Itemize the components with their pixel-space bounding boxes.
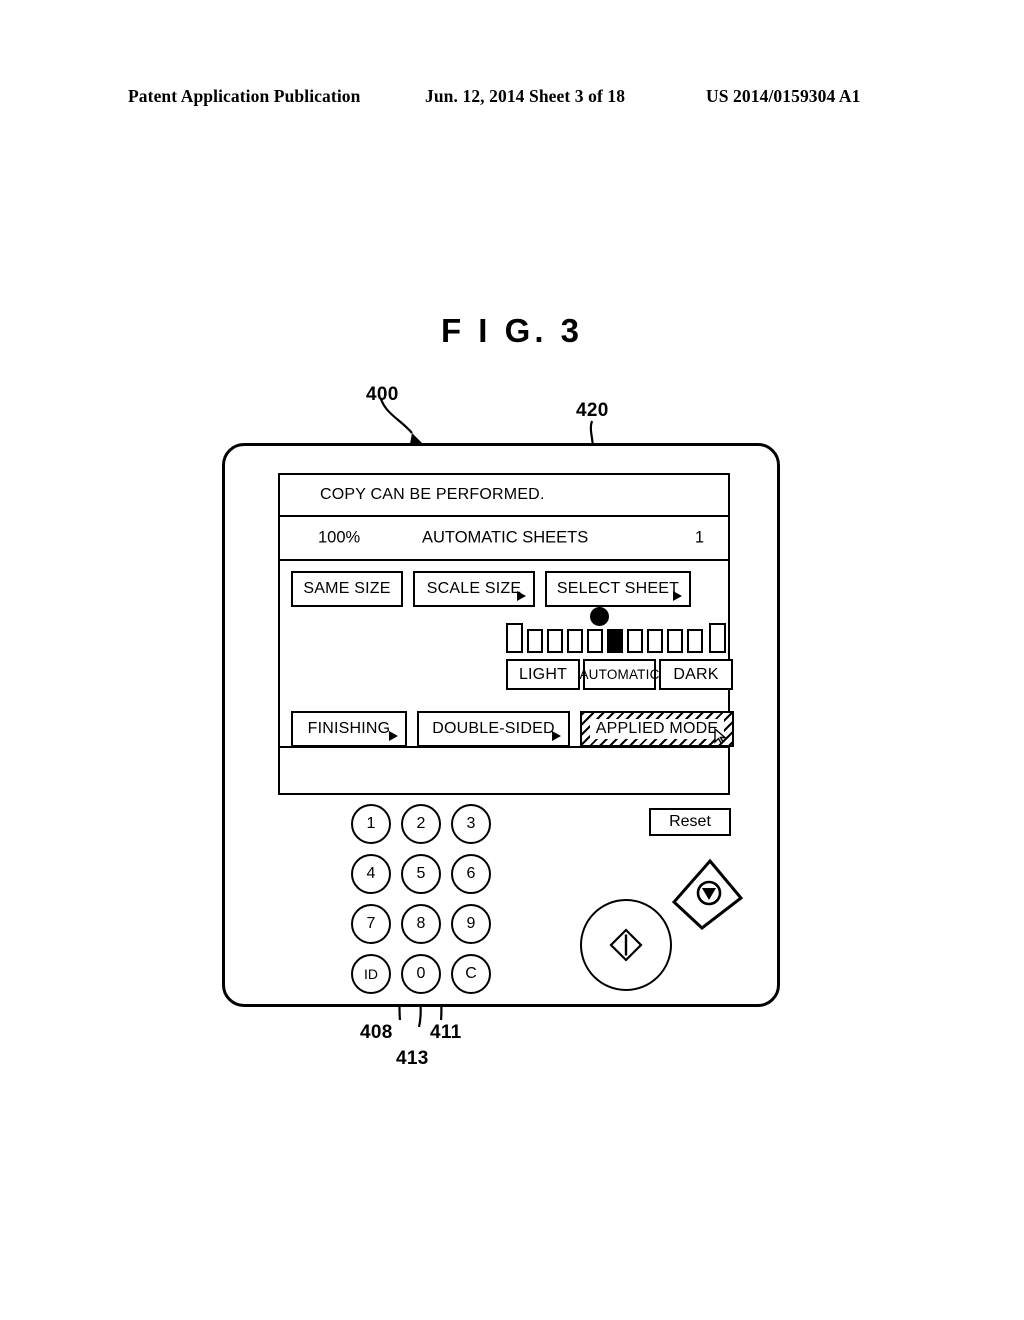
select-sheet-button[interactable]: SELECT SHEET — [545, 571, 691, 607]
density-step-11[interactable] — [709, 623, 726, 653]
key-label: 9 — [466, 915, 476, 932]
density-step-4[interactable] — [567, 629, 583, 653]
ref-panel: 400 — [366, 384, 399, 405]
keypad-key-clear[interactable]: C — [451, 954, 491, 994]
scale-size-label: SCALE SIZE — [426, 580, 522, 597]
key-label: 5 — [416, 865, 426, 882]
chevron-right-icon — [673, 591, 682, 601]
figure-title: F I G. 3 — [440, 312, 584, 349]
keypad-key-6[interactable]: 6 — [451, 854, 491, 894]
keypad-key-1[interactable]: 1 — [351, 804, 391, 844]
density-step-6-selected[interactable] — [607, 629, 623, 653]
lcd-message-text: COPY CAN BE PERFORMED. — [320, 486, 545, 503]
key-label: 1 — [366, 815, 376, 832]
automatic-density-button[interactable]: AUTOMATIC — [579, 659, 659, 690]
density-step-1[interactable] — [506, 623, 523, 653]
lcd-status-row: 100% AUTOMATIC SHEETS 1 — [280, 517, 728, 561]
publication-label: Patent Application Publication — [128, 86, 361, 106]
applied-mode-label: APPLIED MODE — [589, 719, 725, 739]
stop-button[interactable] — [668, 858, 744, 934]
density-marker-icon — [590, 607, 609, 626]
density-step-7[interactable] — [627, 629, 643, 653]
chevron-right-icon — [389, 731, 398, 741]
keypad-key-2[interactable]: 2 — [401, 804, 441, 844]
keypad-key-3[interactable]: 3 — [451, 804, 491, 844]
lcd-blank-row — [280, 748, 728, 792]
copy-count-value: 1 — [694, 528, 704, 547]
finishing-label: FINISHING — [307, 720, 391, 737]
light-label: LIGHT — [518, 665, 568, 683]
date-sheet-label: Jun. 12, 2014 Sheet 3 of 18 — [425, 86, 626, 106]
keypad-key-5[interactable]: 5 — [401, 854, 441, 894]
lcd-screen: COPY CAN BE PERFORMED. 100% AUTOMATIC SH… — [278, 473, 734, 795]
chevron-right-icon — [517, 591, 526, 601]
ref-lcd: 420 — [576, 400, 609, 421]
keypad-key-0[interactable]: 0 — [401, 954, 441, 994]
same-size-label: SAME SIZE — [303, 580, 391, 597]
patent-header: Patent Application Publication Jun. 12, … — [0, 86, 1024, 112]
mouse-cursor-icon — [714, 728, 727, 744]
key-label: 3 — [466, 815, 476, 832]
density-step-2[interactable] — [527, 629, 543, 653]
scale-size-button[interactable]: SCALE SIZE — [413, 571, 535, 607]
reset-label: Reset — [669, 813, 711, 830]
ref-key0: 411 — [430, 1022, 462, 1043]
density-step-3[interactable] — [547, 629, 563, 653]
density-step-5[interactable] — [587, 629, 603, 653]
key-label: 2 — [416, 815, 426, 832]
keypad-key-7[interactable]: 7 — [351, 904, 391, 944]
dark-label: DARK — [673, 665, 719, 683]
zoom-ratio-value: 100% — [318, 528, 361, 547]
double-sided-button[interactable]: DOUBLE-SIDED — [417, 711, 570, 747]
keypad-key-9[interactable]: 9 — [451, 904, 491, 944]
start-button[interactable] — [580, 899, 672, 991]
double-sided-label: DOUBLE-SIDED — [432, 720, 555, 737]
finishing-button[interactable]: FINISHING — [291, 711, 407, 747]
operation-panel: COPY CAN BE PERFORMED. 100% AUTOMATIC SH… — [222, 443, 780, 1007]
key-label: 4 — [366, 865, 376, 882]
lcd-main-row: SAME SIZE SCALE SIZE SELECT SHEET LIGHT … — [280, 561, 734, 748]
keypad-key-4[interactable]: 4 — [351, 854, 391, 894]
keypad-key-8[interactable]: 8 — [401, 904, 441, 944]
density-step-8[interactable] — [647, 629, 663, 653]
density-scale[interactable] — [506, 623, 726, 653]
patent-number: US 2014/0159304 A1 — [706, 86, 861, 106]
chevron-right-icon — [552, 731, 561, 741]
keypad-key-id[interactable]: ID — [351, 954, 391, 994]
key-label: 8 — [416, 915, 426, 932]
key-label: C — [465, 965, 477, 982]
ref-key5-8: 413 — [396, 1048, 429, 1069]
lcd-message-row: COPY CAN BE PERFORMED. — [280, 475, 728, 517]
automatic-label: AUTOMATIC — [579, 667, 660, 682]
density-step-9[interactable] — [667, 629, 683, 653]
light-button[interactable]: LIGHT — [506, 659, 580, 690]
key-label: ID — [364, 966, 378, 982]
key-label: 7 — [366, 915, 376, 932]
density-step-10[interactable] — [687, 629, 703, 653]
key-label: 0 — [416, 965, 426, 982]
applied-mode-button[interactable]: APPLIED MODE — [580, 711, 734, 747]
select-sheet-label: SELECT SHEET — [556, 580, 680, 597]
sheet-source-value: AUTOMATIC SHEETS — [422, 528, 589, 547]
ref-keyid: 408 — [360, 1022, 393, 1043]
key-label: 6 — [466, 865, 476, 882]
reset-button[interactable]: Reset — [649, 808, 731, 836]
same-size-button[interactable]: SAME SIZE — [291, 571, 403, 607]
dark-button[interactable]: DARK — [659, 659, 733, 690]
start-diamond-icon — [609, 928, 643, 962]
